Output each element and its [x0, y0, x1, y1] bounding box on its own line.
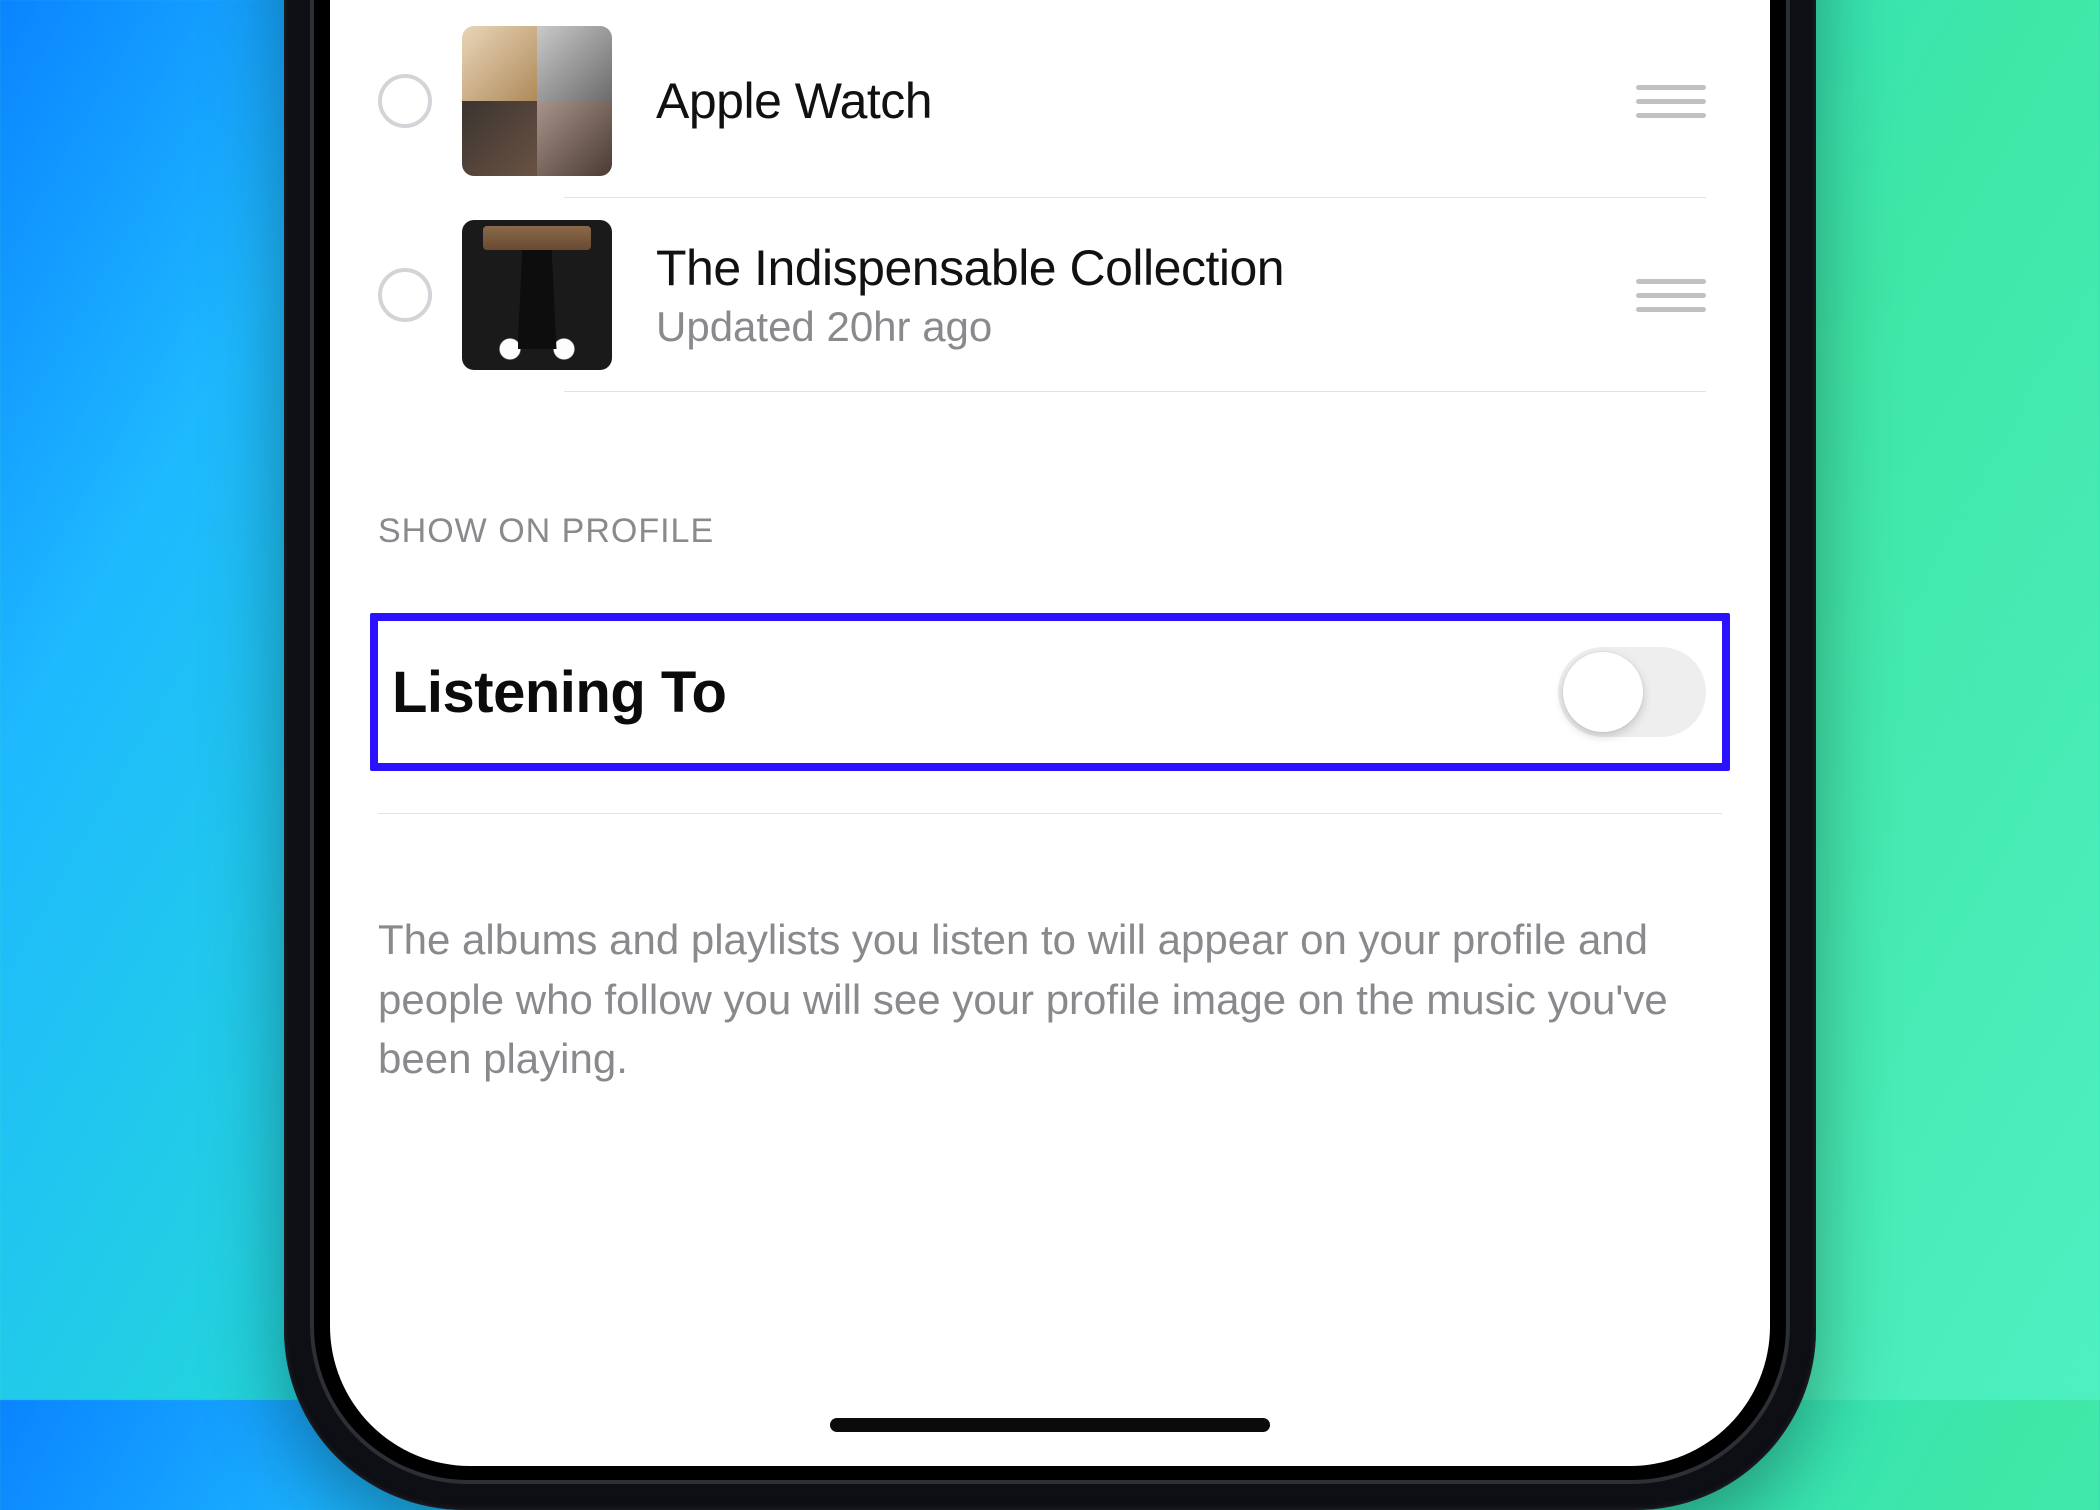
- phone-bezel: Apple Watch The Indispensable Collection…: [310, 0, 1790, 1484]
- playlist-row[interactable]: The Indispensable Collection Updated 20h…: [330, 198, 1770, 392]
- playlist-row[interactable]: Apple Watch: [330, 4, 1770, 198]
- phone-screen: Apple Watch The Indispensable Collection…: [330, 0, 1770, 1466]
- home-indicator[interactable]: [830, 1418, 1270, 1432]
- select-radio[interactable]: [378, 268, 432, 322]
- playlist-text: The Indispensable Collection Updated 20h…: [656, 239, 1636, 351]
- playlist-subtitle: Updated 20hr ago: [656, 303, 1636, 351]
- settings-content: Apple Watch The Indispensable Collection…: [330, 4, 1770, 1089]
- listening-to-toggle[interactable]: [1558, 647, 1706, 737]
- listening-to-row-highlight: Listening To: [370, 613, 1730, 771]
- playlist-title: The Indispensable Collection: [656, 239, 1636, 297]
- drag-handle-icon[interactable]: [1636, 85, 1706, 118]
- phone-frame: Apple Watch The Indispensable Collection…: [284, 0, 1816, 1510]
- section-header: SHOW ON PROFILE: [330, 392, 1770, 585]
- playlist-text: Apple Watch: [656, 72, 1636, 130]
- listening-to-label: Listening To: [388, 659, 1558, 726]
- listening-to-description: The albums and playlists you listen to w…: [330, 814, 1770, 1089]
- row-separator: [564, 391, 1706, 392]
- playlist-artwork: [462, 26, 612, 176]
- playlist-title: Apple Watch: [656, 72, 1636, 130]
- toggle-knob: [1563, 652, 1643, 732]
- drag-handle-icon[interactable]: [1636, 279, 1706, 312]
- playlist-artwork: [462, 220, 612, 370]
- select-radio[interactable]: [378, 74, 432, 128]
